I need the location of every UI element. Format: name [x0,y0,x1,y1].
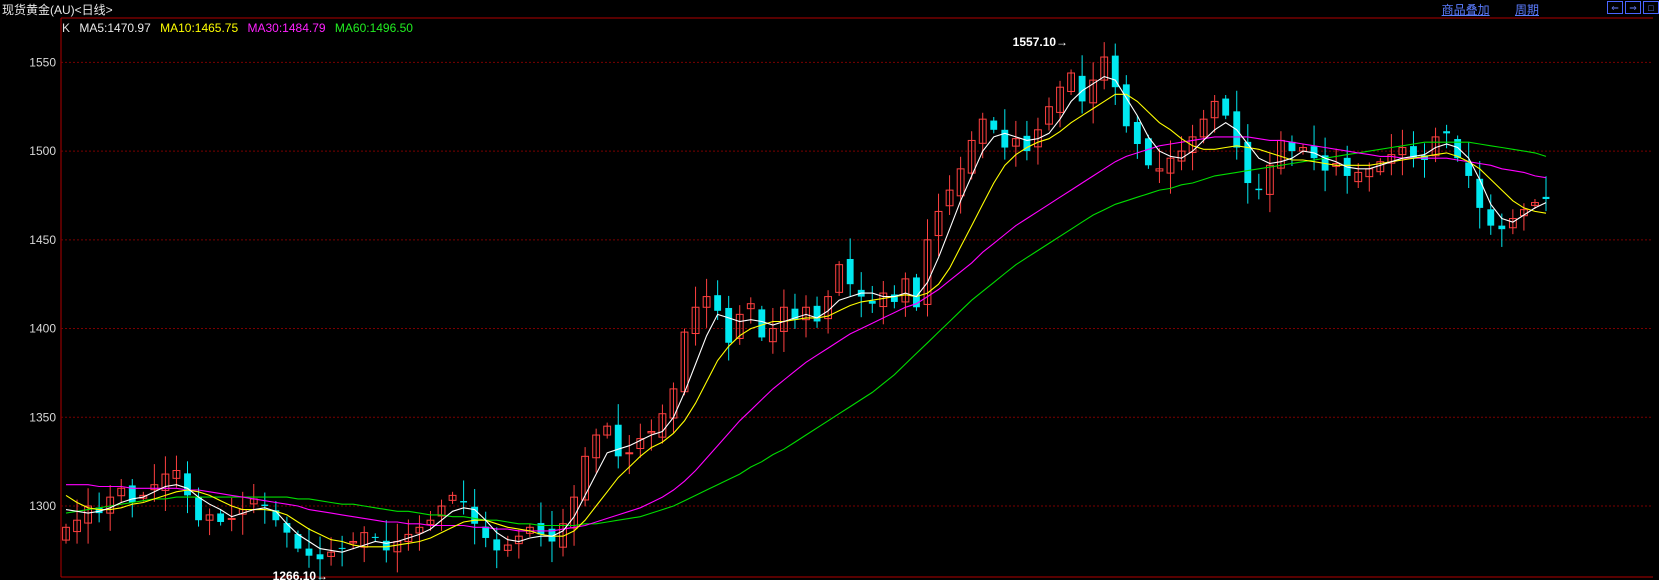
y-tick-label: 1350 [29,410,56,424]
candle-up [625,452,634,455]
candle-down [482,526,490,538]
candle-down [261,504,269,507]
candle-down [1144,138,1152,166]
candle-down [868,300,876,304]
candle-down [1288,141,1296,152]
candle-down [990,120,998,130]
candle-down [338,547,346,549]
candle-down [1122,84,1130,127]
candle-down [1465,162,1473,176]
candle-down [813,305,821,322]
candle-down [1542,196,1550,200]
candle-down [846,258,854,285]
low-price-annotation: 1266.10→ [273,569,328,580]
y-tick-label: 1300 [29,499,56,513]
candle-down [382,540,390,551]
high-price-annotation: 1557.10→ [1013,35,1068,49]
candle-down [460,501,468,503]
candle-up [227,517,236,520]
candle-down [758,309,766,338]
candle-down [1443,131,1451,134]
y-tick-label: 1550 [29,55,56,69]
candle-down [316,554,324,560]
candle-down [1255,188,1263,191]
candle-down [1133,121,1141,144]
ma5-line [65,75,1547,553]
y-tick-label: 1500 [29,144,56,158]
candle-down [1476,178,1484,208]
candlestick-chart[interactable]: 1300 1350 1400 1450 1500 1550 1557.10→ 1266.10→ [0,0,1659,580]
candle-down [493,539,501,551]
candle-down [371,536,379,538]
candle-down [714,295,722,311]
y-tick-label: 1400 [29,322,56,336]
candle-down [217,513,225,522]
candle-down [614,424,622,457]
candle-down [1111,55,1119,88]
y-tick-label: 1450 [29,233,56,247]
candle-down [725,307,733,343]
candle-down [1222,98,1230,116]
candle-down [1001,129,1009,148]
candle-down [195,496,202,521]
candle-down [1487,209,1495,226]
candle-down [305,548,313,556]
candle-down [184,473,191,496]
candle-down [1498,225,1506,230]
